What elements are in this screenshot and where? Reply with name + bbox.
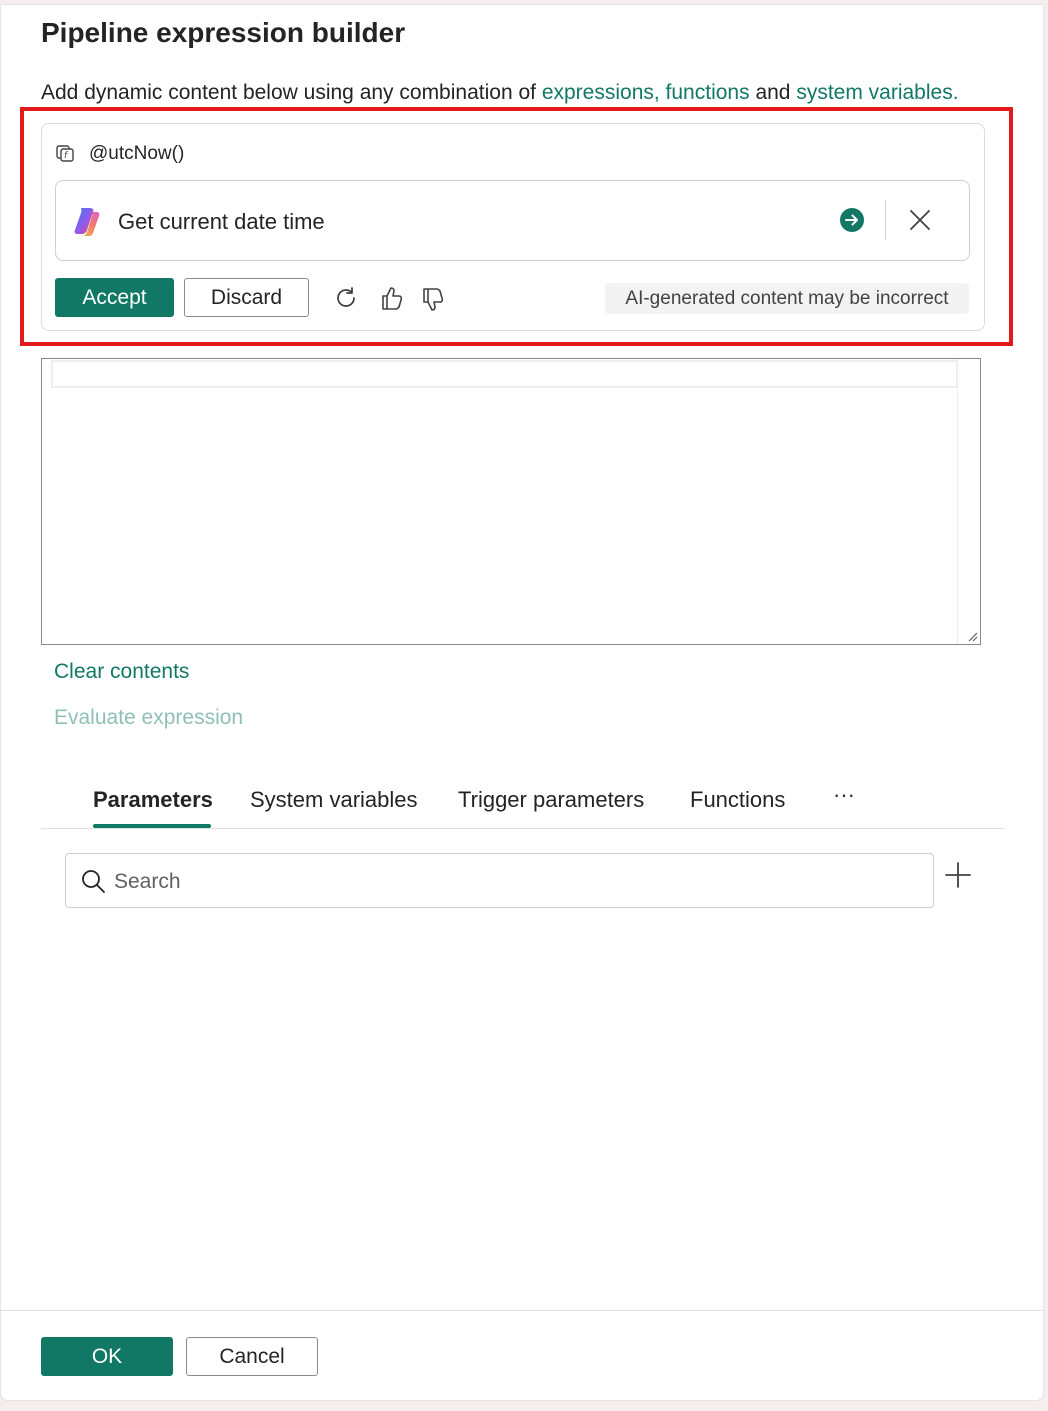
add-icon[interactable] [944,861,972,889]
tab-system-variables[interactable]: System variables [250,787,418,813]
more-tabs-icon[interactable]: ··· [833,782,855,808]
system-variables-link[interactable]: system variables. [796,81,958,104]
tab-trigger-parameters[interactable]: Trigger parameters [458,787,644,813]
dialog-description: Add dynamic content below using any comb… [41,81,959,105]
expression-editor[interactable] [41,358,981,645]
dialog-title: Pipeline expression builder [41,17,406,48]
cancel-button[interactable]: Cancel [186,1337,318,1376]
description-prefix: Add dynamic content below using any comb… [41,81,542,104]
footer-divider [1,1310,1044,1311]
highlight-box [20,107,1013,346]
evaluate-expression-link: Evaluate expression [54,706,244,729]
description-and: and [749,81,797,104]
expressions-link[interactable]: expressions, [542,81,660,104]
tab-functions[interactable]: Functions [690,787,785,813]
tab-parameters[interactable]: Parameters [93,787,213,813]
tabs-divider [41,828,1004,829]
functions-link[interactable]: functions [666,81,750,104]
search-input[interactable] [114,866,914,898]
search-icon [82,870,105,893]
clear-contents-link[interactable]: Clear contents [54,660,189,684]
editor-scrollbar[interactable] [957,359,980,644]
ok-button[interactable]: OK [41,1337,173,1376]
editor-current-line [51,360,958,388]
resize-handle-icon[interactable] [966,630,978,642]
